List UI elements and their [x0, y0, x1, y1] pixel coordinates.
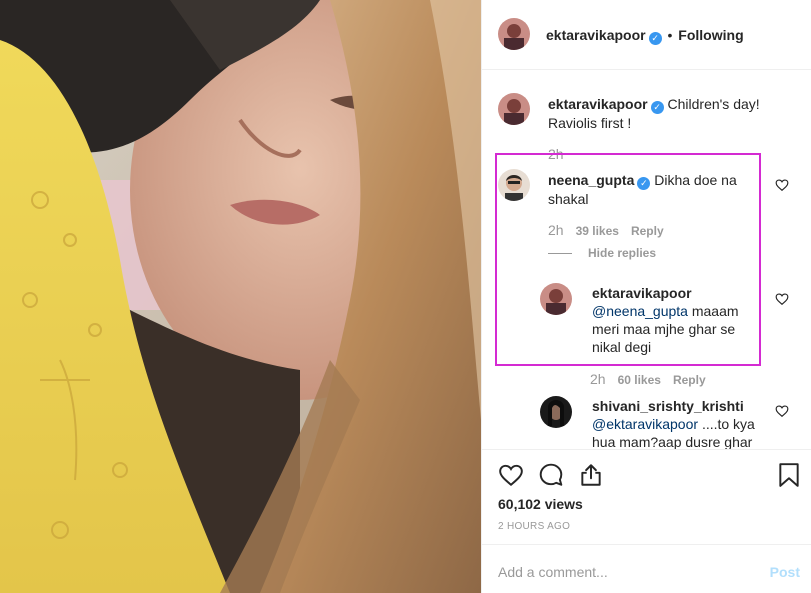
hide-replies-button[interactable]: Hide replies	[548, 246, 656, 260]
post-header: ektaravikapoor ✓ • Following	[482, 0, 811, 70]
comment-bubble-icon[interactable]	[538, 462, 564, 488]
heart-icon[interactable]	[498, 462, 524, 488]
share-icon[interactable]	[578, 462, 604, 488]
avatar-image	[498, 93, 530, 125]
post-media[interactable]	[0, 0, 481, 593]
like-comment-heart-icon[interactable]	[775, 292, 789, 306]
comment-username[interactable]: neena_gupta	[548, 172, 634, 188]
reply-button[interactable]: Reply	[631, 224, 664, 238]
like-comment-heart-icon[interactable]	[775, 404, 789, 418]
post-panel: ektaravikapoor ✓ • Following ektaravikapo…	[481, 0, 811, 593]
header-username[interactable]: ektaravikapoor	[546, 27, 646, 43]
comment-likes[interactable]: 39 likes	[576, 224, 619, 238]
verified-badge-icon: ✓	[650, 101, 664, 114]
avatar-image	[540, 396, 572, 428]
reply-likes[interactable]: 60 likes	[618, 373, 661, 387]
caption-username[interactable]: ektaravikapoor	[548, 96, 648, 112]
reply-time: 2h	[590, 371, 606, 387]
comment-time: 2h	[548, 222, 564, 238]
avatar-image	[498, 169, 530, 201]
avatar[interactable]	[498, 169, 530, 201]
action-bar: 60,102 views 2 HOURS AGO	[482, 449, 811, 544]
hide-replies-label: Hide replies	[588, 246, 657, 260]
replies-divider	[548, 253, 572, 255]
verified-badge-icon: ✓	[637, 177, 651, 190]
avatar[interactable]	[498, 18, 530, 50]
avatar-image	[498, 18, 530, 50]
separator-dot: •	[667, 27, 673, 43]
add-comment-bar: Add a comment... Post	[482, 544, 811, 593]
comments-list[interactable]: ektaravikapoor ✓ Children's day! Raviolis…	[482, 71, 811, 449]
like-comment-heart-icon[interactable]	[775, 178, 789, 192]
view-count[interactable]: 60,102 views	[498, 496, 583, 512]
post-button[interactable]: Post	[770, 564, 800, 580]
comment-username[interactable]: shivani_srishty_krishti	[592, 398, 744, 414]
verified-badge-icon: ✓	[648, 32, 662, 45]
following-button[interactable]: Following	[678, 27, 743, 43]
reply-button[interactable]: Reply	[673, 373, 706, 387]
comment-input[interactable]: Add a comment...	[498, 564, 608, 580]
avatar-image	[540, 283, 572, 315]
comment-mention[interactable]: @ektaravikapoor	[592, 416, 698, 432]
bookmark-icon[interactable]	[778, 462, 800, 488]
reply-mention[interactable]: @neena_gupta	[592, 303, 688, 319]
avatar[interactable]	[540, 396, 572, 428]
caption-time: 2h	[548, 146, 564, 162]
avatar[interactable]	[498, 93, 530, 125]
reply-username[interactable]: ektaravikapoor	[592, 285, 692, 301]
avatar[interactable]	[540, 283, 572, 315]
post-timestamp: 2 HOURS AGO	[498, 521, 571, 532]
video-frame-image	[0, 0, 481, 593]
